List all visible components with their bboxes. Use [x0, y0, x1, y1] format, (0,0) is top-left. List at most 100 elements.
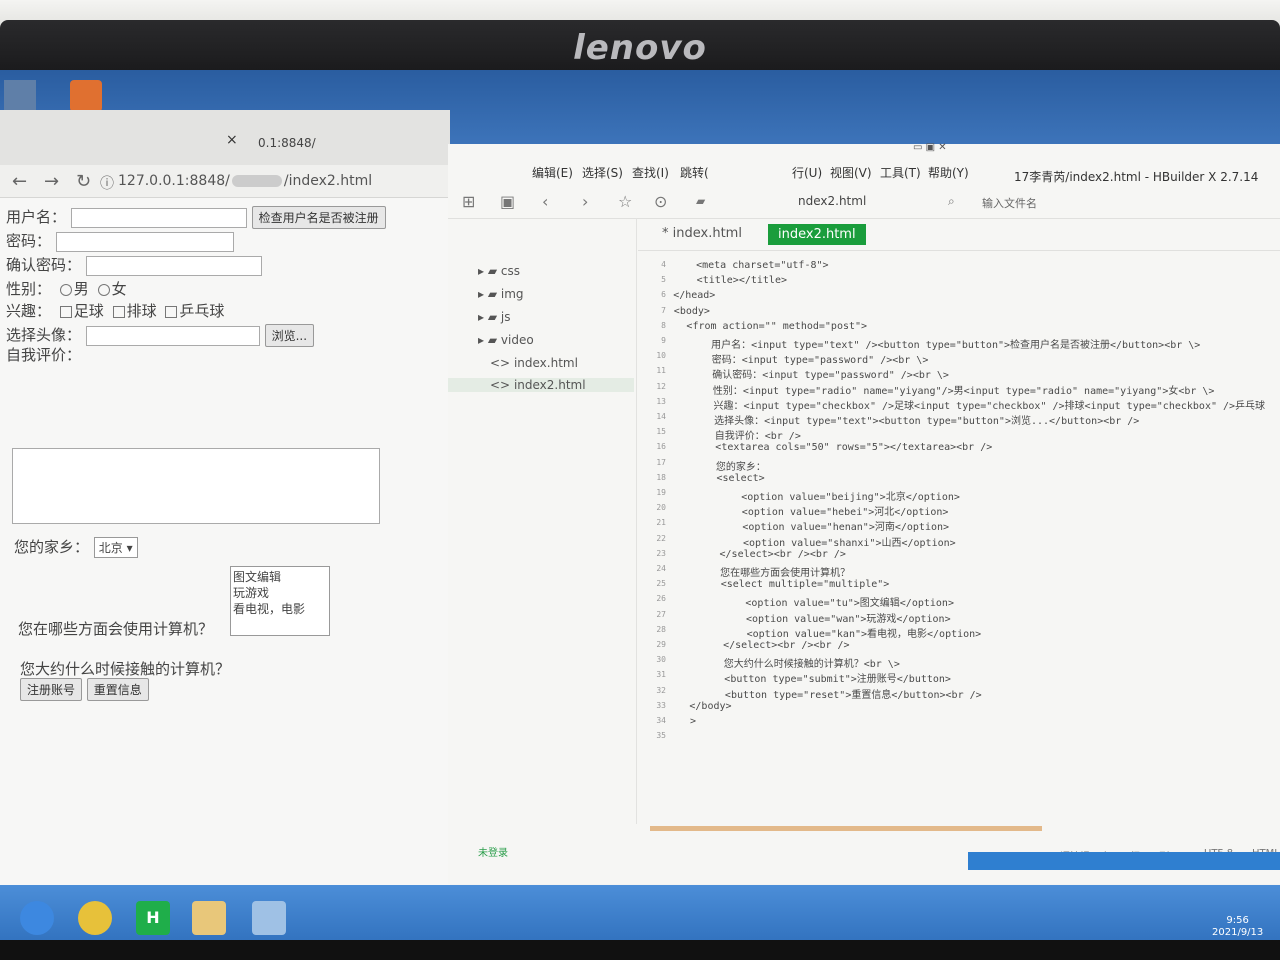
- tab-index2-html[interactable]: index2.html: [768, 224, 866, 245]
- code-line[interactable]: 用户名：<input type="text" /><button type="b…: [675, 336, 1200, 351]
- start-icon[interactable]: [20, 901, 54, 935]
- back-arrow-icon[interactable]: ←: [12, 171, 27, 192]
- file-search-input[interactable]: 输入文件名: [982, 195, 1037, 211]
- submit-button[interactable]: 注册账号: [20, 678, 83, 701]
- code-line[interactable]: <option value="shanxi">山西</option>: [683, 534, 956, 549]
- self-review-label: 自我评价：: [6, 346, 82, 364]
- code-line[interactable]: <meta charset="utf-8">: [672, 260, 828, 271]
- url-text[interactable]: 127.0.0.1:8848//index2.html: [118, 173, 372, 189]
- tab-index-html[interactable]: * index.html: [662, 226, 742, 241]
- line-number: 29: [656, 640, 666, 649]
- window-switch-icon[interactable]: [252, 901, 286, 935]
- code-line[interactable]: <button type="submit">注册账号</button>: [688, 670, 951, 685]
- tree-folder-css[interactable]: ▸ ▰ css: [478, 264, 520, 278]
- code-line[interactable]: <option value="hebei">河北</option>: [682, 503, 949, 518]
- code-editor[interactable]: 4 <meta charset="utf-8"> 5 <title></title…: [638, 250, 1280, 830]
- menu-find[interactable]: 查找(I): [632, 164, 669, 181]
- run-icon[interactable]: ⊙: [654, 192, 667, 211]
- code-line[interactable]: <option value="kan">看电视，电影</option>: [686, 625, 982, 640]
- code-line[interactable]: <select>: [680, 473, 765, 484]
- code-line[interactable]: 您的家乡：: [680, 458, 766, 473]
- browser-tab-2[interactable]: 0.1:8848/: [258, 136, 316, 150]
- code-line[interactable]: <title></title>: [673, 275, 787, 286]
- tab-close-icon[interactable]: ×: [226, 132, 238, 148]
- line-number: 26: [656, 594, 666, 604]
- password-input[interactable]: [55, 231, 234, 252]
- breadcrumb-file[interactable]: ndex2.html: [798, 194, 866, 208]
- desktop-computer-icon[interactable]: [4, 80, 36, 112]
- chrome-icon[interactable]: [78, 901, 112, 935]
- browse-button[interactable]: 浏览...: [264, 324, 315, 347]
- new-file-icon[interactable]: ⊞: [462, 192, 475, 211]
- code-line[interactable]: </body>: [689, 701, 731, 712]
- horizontal-scrollbar[interactable]: [650, 826, 1042, 831]
- username-input[interactable]: [70, 207, 247, 228]
- code-line[interactable]: 您在哪些方面会使用计算机？: [684, 564, 850, 579]
- code-line[interactable]: <button type="reset">重置信息</button><br />: [689, 686, 982, 701]
- code-line[interactable]: <option value="tu">图文编辑</option>: [685, 594, 954, 609]
- menu-select[interactable]: 选择(S): [582, 164, 623, 181]
- usage-option[interactable]: 图文编辑: [233, 569, 329, 585]
- code-line[interactable]: </select><br /><br />: [683, 549, 846, 560]
- menu-run[interactable]: 行(U): [792, 164, 822, 181]
- code-line[interactable]: </head>: [673, 290, 715, 301]
- code-line[interactable]: <option value="henan">河南</option>: [682, 518, 949, 533]
- tree-folder-img[interactable]: ▸ ▰ img: [478, 287, 524, 301]
- search-icon[interactable]: ⌕: [948, 194, 955, 209]
- line-number: 4: [661, 260, 666, 269]
- usage-multi-select[interactable]: 图文编辑 玩游戏 看电视，电影: [230, 566, 330, 636]
- menu-view[interactable]: 视图(V): [830, 164, 872, 181]
- tree-folder-video[interactable]: ▸ ▰ video: [478, 333, 534, 347]
- menu-goto[interactable]: 跳转(: [680, 164, 709, 181]
- check-username-button[interactable]: 检查用户名是否被注册: [251, 206, 386, 229]
- code-line[interactable]: >: [690, 716, 696, 727]
- login-status[interactable]: 未登录: [478, 844, 508, 859]
- gender-radio-male[interactable]: [59, 283, 72, 296]
- hobby-checkbox-volleyball[interactable]: [112, 305, 125, 318]
- code-line[interactable]: </select><br /><br />: [687, 640, 849, 651]
- hbuilder-icon[interactable]: H: [136, 901, 170, 935]
- hometown-select[interactable]: 北京 ▾: [93, 537, 138, 558]
- usage-option[interactable]: 看电视，电影: [233, 601, 329, 617]
- code-line[interactable]: 性别：<input type="radio" name="yiyang"/>男<…: [677, 382, 1215, 397]
- save-icon[interactable]: ▣: [500, 192, 515, 211]
- reload-icon[interactable]: ↻: [76, 171, 91, 192]
- code-line[interactable]: 确认密码：<input type="password" /><br \>: [676, 366, 949, 381]
- confirm-password-input[interactable]: [85, 255, 262, 276]
- code-line[interactable]: 您大约什么时候接触的计算机？<br \>: [688, 655, 900, 670]
- code-line[interactable]: 选择头像：<input type="text"><button type="bu…: [678, 412, 1139, 427]
- code-line[interactable]: <select multiple="multiple">: [685, 579, 890, 590]
- line-number: 18: [656, 472, 666, 482]
- explorer-icon[interactable]: [192, 901, 226, 935]
- reset-button[interactable]: 重置信息: [86, 678, 149, 701]
- forward-icon[interactable]: ›: [582, 192, 588, 211]
- hobby-checkbox-football[interactable]: [59, 305, 72, 318]
- menu-tools[interactable]: 工具(T): [880, 164, 921, 181]
- code-line[interactable]: <option value="beijing">北京</option>: [681, 488, 960, 503]
- file-tabs: * index.html index2.html: [638, 218, 1280, 251]
- star-icon[interactable]: ☆: [618, 192, 632, 211]
- menu-help[interactable]: 帮助(Y): [928, 164, 969, 181]
- tree-file-index[interactable]: <> index.html: [490, 356, 578, 370]
- code-line[interactable]: 自我评价：<br />: [679, 427, 801, 442]
- menu-edit[interactable]: 编辑(E): [532, 164, 573, 181]
- back-icon[interactable]: ‹: [542, 192, 548, 211]
- line-number: 10: [656, 351, 666, 361]
- avatar-input[interactable]: [85, 325, 260, 346]
- tree-file-index2[interactable]: <> index2.html: [448, 378, 634, 392]
- code-line[interactable]: <textarea cols="50" rows="5"></textarea>…: [679, 442, 992, 453]
- code-line[interactable]: <option value="wan">玩游戏</option>: [686, 610, 951, 625]
- self-review-textarea[interactable]: [12, 448, 380, 524]
- usage-option[interactable]: 玩游戏: [233, 585, 329, 601]
- line-number: 17: [656, 457, 666, 467]
- code-line[interactable]: <body>: [674, 306, 710, 317]
- code-line[interactable]: <from action="" method="post">: [674, 321, 867, 332]
- code-line[interactable]: 兴趣：<input type="checkbox" />足球<input typ…: [677, 397, 1266, 412]
- system-clock[interactable]: 9:56 2021/9/13: [1212, 915, 1263, 939]
- forward-arrow-icon[interactable]: →: [44, 171, 59, 192]
- gender-radio-female[interactable]: [97, 283, 110, 296]
- tree-folder-js[interactable]: ▸ ▰ js: [478, 310, 510, 324]
- hobby-checkbox-pingpong[interactable]: [165, 305, 178, 318]
- code-line[interactable]: 密码：<input type="password" /><br \>: [676, 351, 929, 366]
- desktop-app-icon[interactable]: [70, 80, 102, 112]
